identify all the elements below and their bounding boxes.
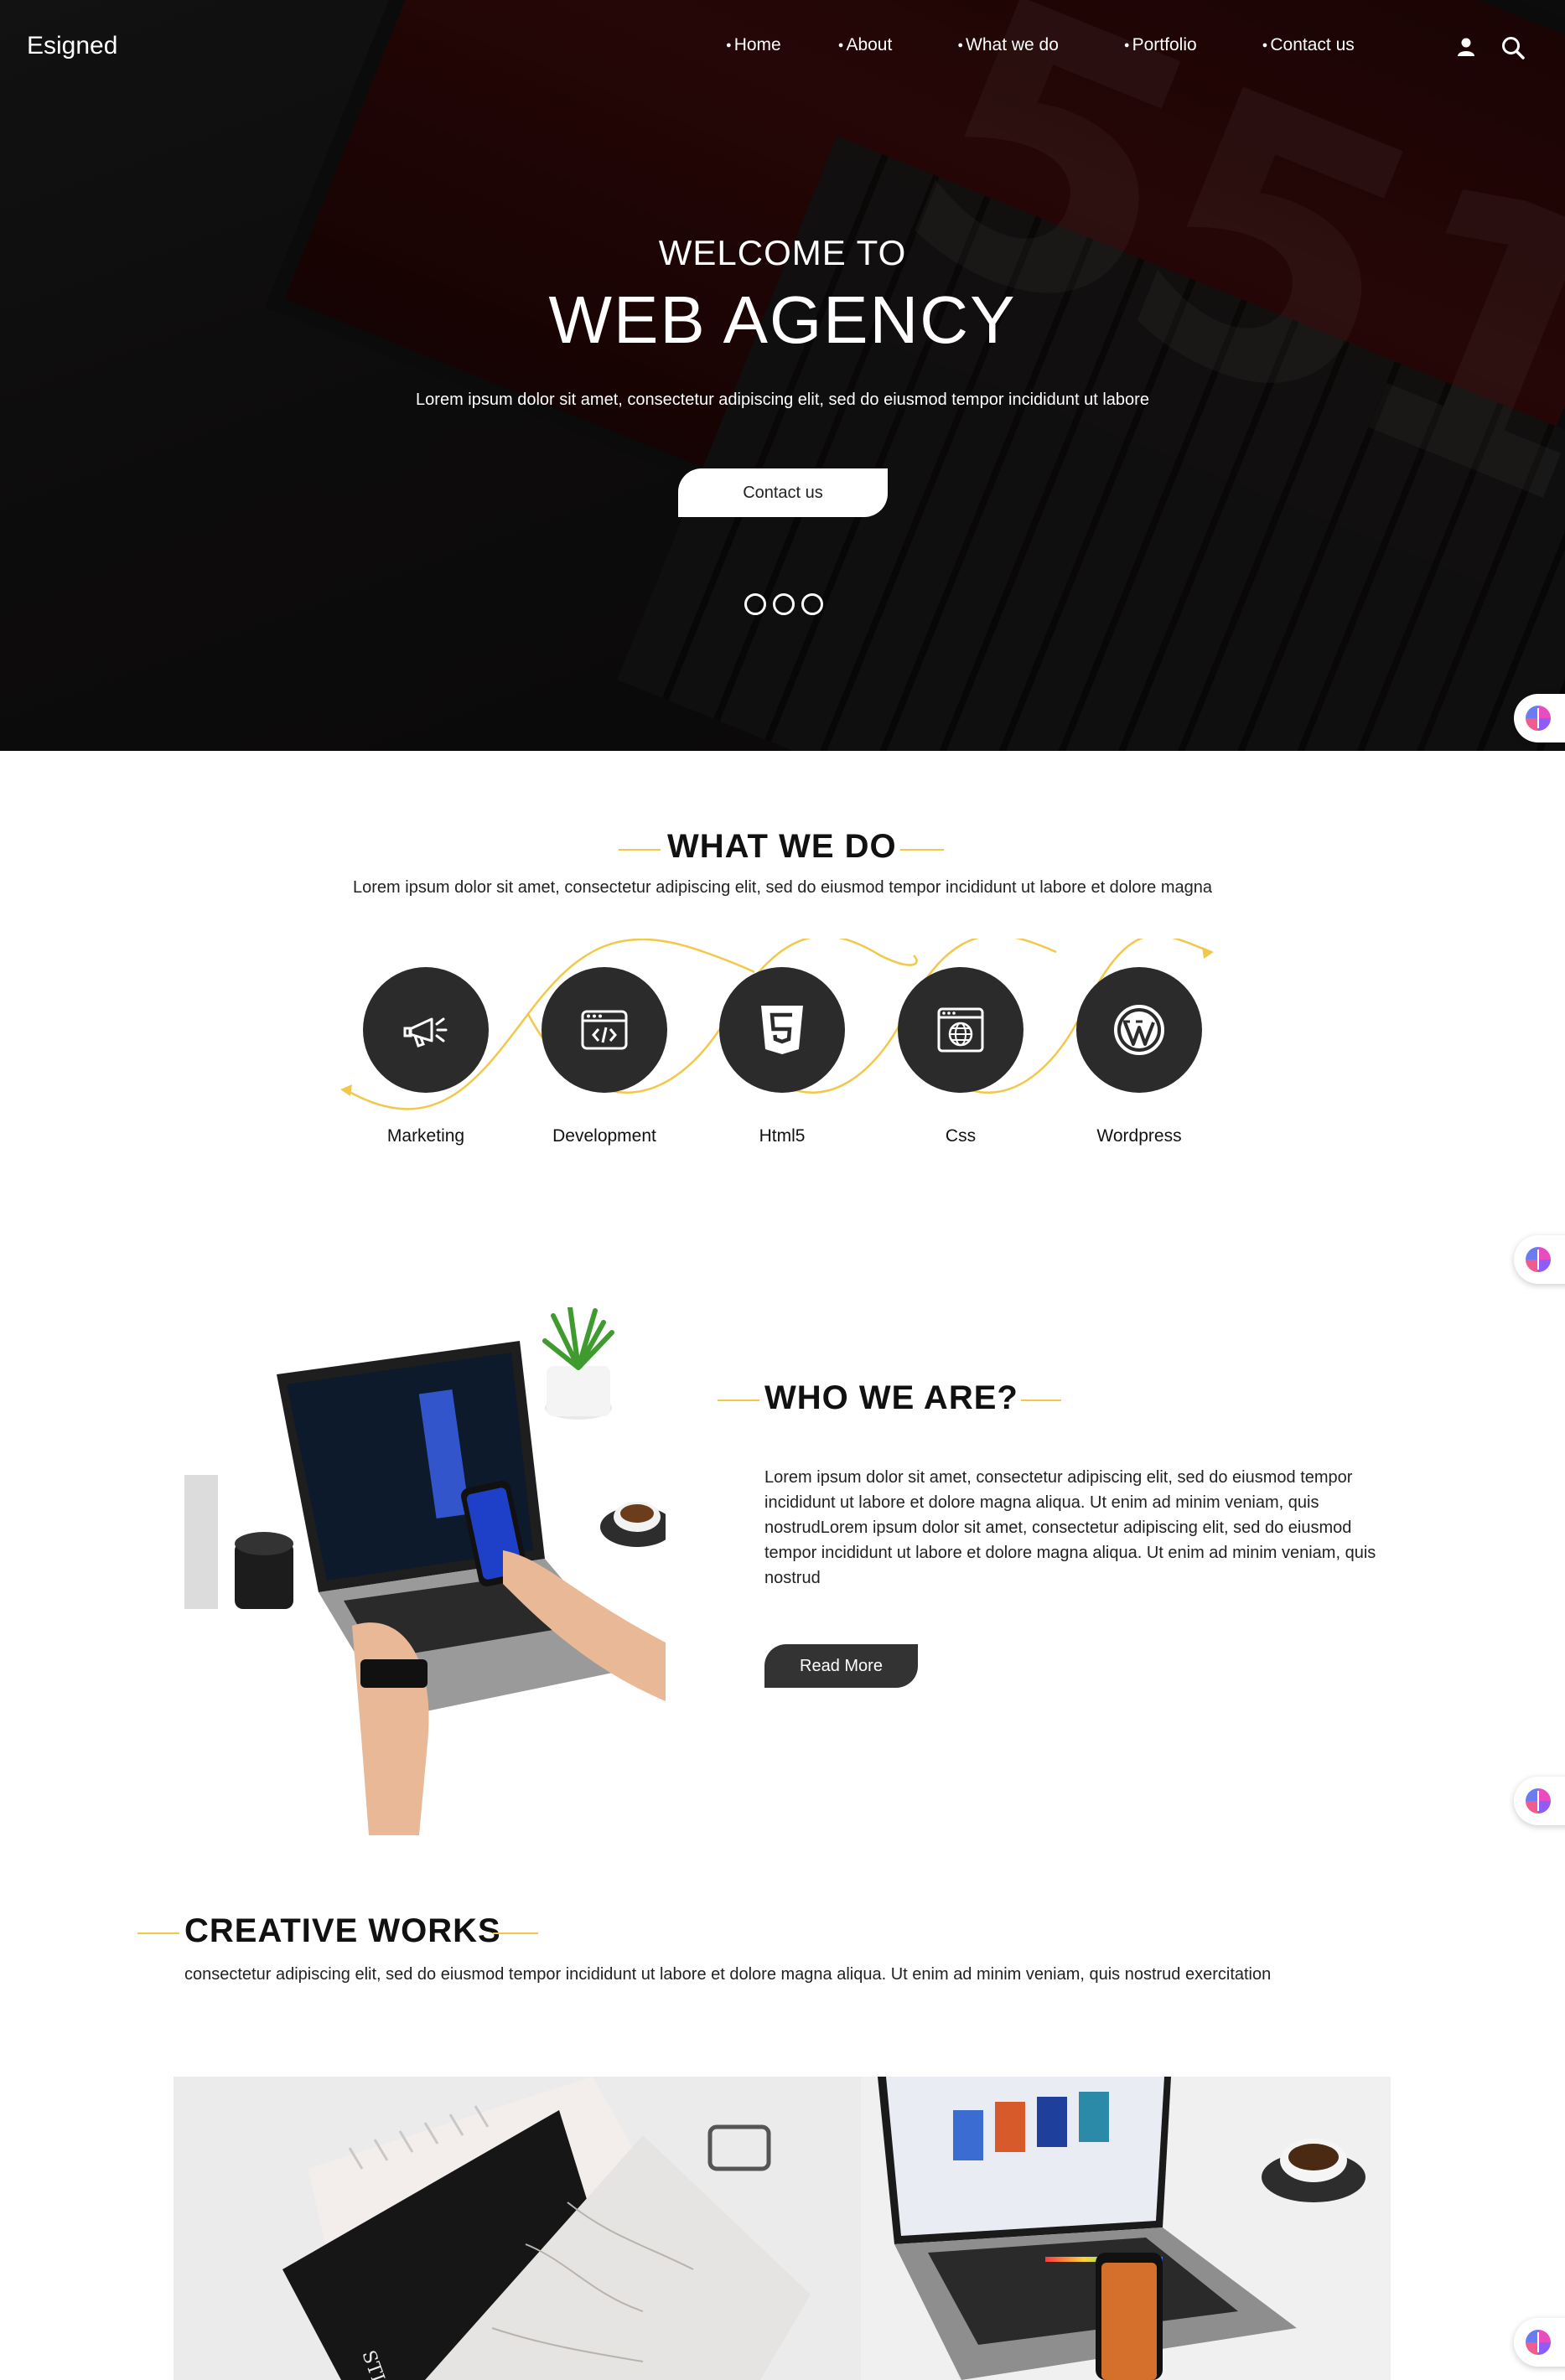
service-label: Wordpress [1096, 1126, 1182, 1146]
service-label: Html5 [759, 1126, 806, 1146]
wordpress-icon [1114, 1005, 1164, 1055]
slider-dot-3[interactable] [801, 593, 823, 615]
portfolio-item-notebook[interactable]: STIL [174, 2077, 861, 2380]
html5-icon [761, 1006, 803, 1054]
contact-us-button[interactable]: Contact us [678, 468, 888, 517]
creative-works-description: consectetur adipiscing elit, sed do eius… [184, 1965, 1272, 1984]
who-we-are-description: Lorem ipsum dolor sit amet, consectetur … [764, 1468, 1376, 1587]
service-html5-button[interactable] [719, 967, 845, 1093]
hero-section: 551 Esigned Home About What we do Portfo… [0, 0, 1565, 751]
megaphone-icon [403, 1017, 448, 1048]
service-development: Development [542, 967, 667, 1146]
brand-logo[interactable]: Esigned [27, 32, 117, 60]
nav-portfolio[interactable]: Portfolio [1124, 35, 1197, 55]
user-icon[interactable] [1454, 35, 1479, 60]
who-we-are-image [184, 1307, 666, 1835]
slider-dots [744, 593, 823, 615]
brain-icon [1526, 706, 1551, 731]
section-title-creative-works: CREATIVE WORKS [184, 1912, 501, 1949]
top-navigation: Esigned Home About What we do Portfolio … [0, 0, 1565, 94]
hero-subtitle: WELCOME TO [658, 233, 907, 272]
hero-title: WEB AGENCY [548, 282, 1017, 357]
service-marketing-button[interactable] [363, 967, 489, 1093]
nav-about[interactable]: About [838, 35, 892, 55]
portfolio-item-laptop[interactable] [861, 2077, 1391, 2380]
nav-contact-us[interactable]: Contact us [1262, 35, 1354, 55]
side-widget-tab[interactable] [1514, 2318, 1565, 2367]
service-development-button[interactable] [542, 967, 667, 1093]
brain-icon [1526, 1788, 1551, 1813]
service-html5: Html5 [719, 967, 845, 1146]
service-wordpress: Wordpress [1076, 967, 1202, 1146]
search-icon[interactable] [1500, 35, 1526, 60]
nav-what-we-do[interactable]: What we do [957, 35, 1059, 55]
service-wordpress-button[interactable] [1076, 967, 1202, 1093]
code-window-icon [581, 1010, 628, 1050]
service-label: Css [945, 1126, 977, 1146]
brain-icon [1526, 1247, 1551, 1272]
slider-dot-1[interactable] [744, 593, 766, 615]
service-marketing: Marketing [363, 967, 489, 1146]
side-widget-tab[interactable] [1514, 1777, 1565, 1825]
section-title-what-we-do: WHAT WE DO [667, 828, 897, 865]
hero-description: Lorem ipsum dolor sit amet, consectetur … [416, 391, 1149, 409]
section-title-who-we-are: WHO WE ARE? [764, 1379, 1018, 1416]
service-label: Marketing [386, 1126, 465, 1146]
main-menu: Home About What we do Portfolio Contact … [726, 35, 1412, 55]
nav-home[interactable]: Home [726, 35, 781, 55]
side-widget-tab[interactable] [1514, 694, 1565, 742]
globe-window-icon [937, 1007, 984, 1053]
brain-icon [1526, 2330, 1551, 2355]
service-css: Css [898, 967, 1023, 1146]
side-widget-tab[interactable] [1514, 1235, 1565, 1284]
what-we-do-description: Lorem ipsum dolor sit amet, consectetur … [353, 878, 1212, 897]
service-css-button[interactable] [898, 967, 1023, 1093]
service-label: Development [552, 1126, 656, 1146]
slider-dot-2[interactable] [773, 593, 795, 615]
read-more-button[interactable]: Read More [764, 1644, 918, 1688]
